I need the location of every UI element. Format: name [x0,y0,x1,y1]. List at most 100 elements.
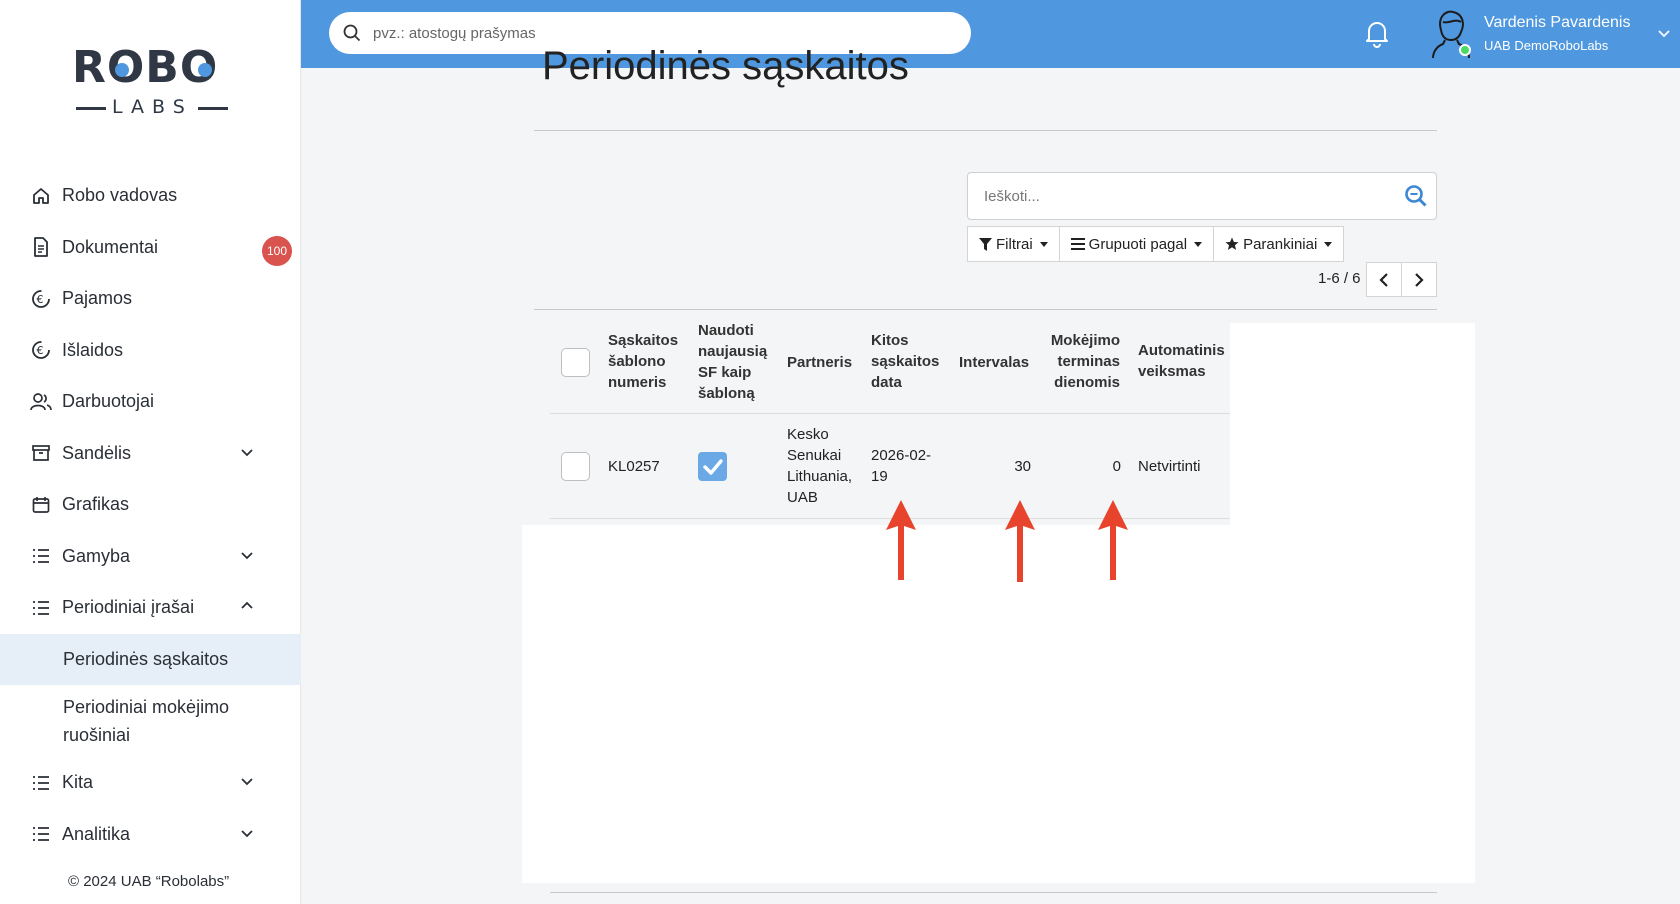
bell-icon[interactable] [1363,18,1391,48]
logo-dot [198,63,212,77]
header-line: SF kaip [698,364,752,381]
sidebar-item-kita[interactable]: Kita [0,757,301,809]
filters-button[interactable]: Filtrai [967,226,1060,262]
favorites-button[interactable]: Parankiniai [1213,226,1345,262]
label-line: Periodiniai mokėjimo [63,697,230,717]
divider [534,309,1437,310]
annotation-arrow [1005,500,1035,582]
topbar: Vardenis Pavardenis UAB DemoRoboLabs [301,0,1680,68]
col-header-payment-term[interactable]: Mokėjimo terminas dienomis [1049,330,1120,393]
cell-next-date: 2026-02- 19 [871,445,931,487]
cell-number: KL0257 [608,458,660,475]
cell-line: UAB [787,489,818,506]
logo-dot [115,63,129,77]
sidebar-item-label: Išlaidos [62,339,124,360]
logo-line [198,107,228,110]
copyright-footer: © 2024 UAB “Robolabs” [68,873,230,890]
sidebar-item-gamyba[interactable]: Gamyba [0,531,301,583]
header-line: sąskaitos [871,353,940,370]
sidebar-item-grafikas[interactable]: Grafikas [0,479,301,531]
filter-icon [979,237,992,251]
col-header-partner[interactable]: Partneris [787,352,852,373]
cell-line: 19 [871,468,888,485]
blank-panel [522,525,1475,883]
svg-text:€: € [37,344,44,357]
sidebar-item-label: Robo vadovas [62,185,178,206]
label-line: ruošiniai [63,725,131,745]
user-company[interactable]: UAB DemoRoboLabs [1484,38,1608,53]
filters-label: Filtrai [996,235,1033,253]
favorites-label: Parankiniai [1243,235,1318,253]
robolabs-logo[interactable]: ROBO LABS [72,42,228,126]
notification-badge: 100 [262,235,292,266]
chevron-down-icon[interactable] [1657,26,1671,40]
col-header-number[interactable]: Sąskaitos šablono numeris [608,330,678,393]
header-line: naujausią [698,343,768,360]
chevron-down-icon [241,551,253,559]
group-by-button[interactable]: Grupuoti pagal [1058,226,1215,262]
sidebar-item-label: Dokumentai [62,236,159,257]
list-icon [30,823,52,845]
caret-down-icon [1039,241,1048,247]
sidebar-item-dokumentai[interactable]: Dokumentai 100 [0,222,301,274]
col-header-use-latest[interactable]: Naudoti naujausią SF kaip šabloną [698,320,767,404]
header-line: Naudoti [698,322,754,339]
sidebar-item-robo-vadovas[interactable]: Robo vadovas [0,170,301,222]
chevron-right-icon [1415,272,1424,287]
checkmark-icon [702,458,723,475]
chevron-down-icon [241,778,253,786]
sidebar-item-analitika[interactable]: Analitika [0,809,301,861]
col-header-next-date[interactable]: Kitos sąskaitos data [871,330,939,393]
pager-count[interactable]: 1-6 / 6 [1318,270,1361,287]
cell-line: 2026-02- [871,447,932,464]
table-header: Sąskaitos šablono numeris Naudoti naujau… [550,318,1230,414]
online-status-dot [1459,44,1471,56]
list-search-input[interactable] [984,187,1384,205]
calendar-icon [30,494,52,516]
annotation-arrow [886,500,916,580]
pager-next-button[interactable] [1401,262,1437,297]
avatar[interactable] [1429,8,1473,59]
use-latest-checkbox[interactable] [698,452,727,481]
sidebar-item-islaidos[interactable]: € Išlaidos [0,325,301,377]
sidebar-item-label: Darbuotojai [62,391,155,412]
sidebar-nav: Robo vadovas Dokumentai 100 € Pajamos € … [0,170,301,860]
cell-payment-term: 0 [1112,458,1121,475]
page-title: Periodinės sąskaitos [542,44,909,88]
logo-line [76,107,106,110]
col-header-auto-action[interactable]: Automatinis veiksmas [1138,340,1225,382]
header-line: dienomis [1054,374,1120,391]
chevron-up-icon [241,601,253,609]
col-header-interval[interactable]: Intervalas [959,352,1029,373]
divider [550,892,1437,893]
cell-line: Lithuania, [787,468,853,485]
sidebar-item-label: Gamyba [62,545,131,566]
pager-prev-button[interactable] [1366,262,1402,297]
cell-auto-action: Netvirtinti [1138,458,1201,475]
list-search[interactable] [967,172,1437,220]
sidebar-item-pajamos[interactable]: € Pajamos [0,273,301,325]
sidebar-item-sandelis[interactable]: Sandėlis [0,428,301,480]
header-line: šabloną [698,385,755,402]
sidebar-item-label: Kita [62,772,94,793]
chevron-down-icon [241,448,253,456]
cell-line: Kesko [787,426,829,443]
user-name[interactable]: Vardenis Pavardenis [1484,14,1630,32]
cell-line: Senukai [787,447,842,464]
sidebar-item-label: Sandėlis [62,442,132,463]
global-search-input[interactable] [373,24,933,42]
sidebar-subitem-periodines-saskaitos[interactable]: Periodinės sąskaitos [0,633,301,685]
sidebar: ROBO LABS Robo vadovas Dokumentai 100 € … [0,0,301,904]
sidebar-subitem-label: Periodinės sąskaitos [63,648,229,669]
sidebar-item-darbuotojai[interactable]: Darbuotojai [0,376,301,428]
cell-partner: Kesko Senukai Lithuania, UAB [787,424,852,508]
search-icon[interactable] [1404,184,1428,208]
logo-word: ROBO [72,42,219,93]
chevron-left-icon [1379,272,1388,287]
home-icon [30,185,52,207]
sidebar-item-label: Periodiniai įrašai [62,597,195,618]
row-checkbox[interactable] [561,452,590,481]
sidebar-subitem-periodiniai-mokejimo-ruosiniai[interactable]: Periodiniai mokėjimo ruošiniai [0,685,301,757]
select-all-checkbox[interactable] [561,348,590,377]
sidebar-item-periodiniai-irasai[interactable]: Periodiniai įrašai [0,582,301,634]
